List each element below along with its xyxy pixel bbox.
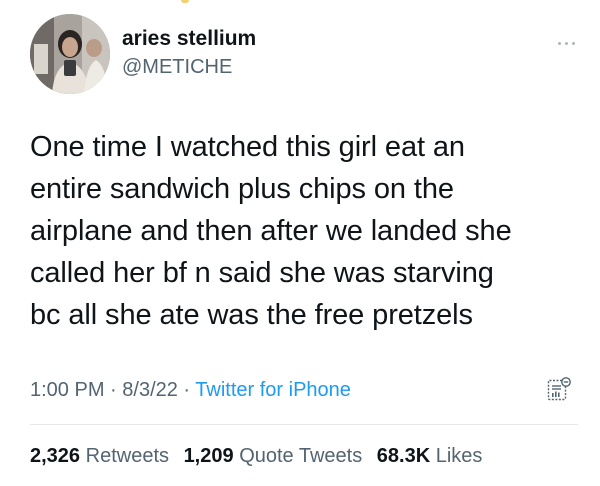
tweet-header: aries stellium @METICHE: [30, 14, 578, 98]
analytics-icon[interactable]: [546, 376, 572, 402]
likes-count: 68.3K: [376, 445, 431, 467]
quote-tweets-stat[interactable]: 1,209 Quote Tweets: [184, 445, 363, 467]
retweets-stat[interactable]: 2,326 Retweets: [30, 445, 169, 467]
meta-separator: ·: [177, 379, 196, 401]
avatar[interactable]: [30, 14, 110, 94]
tweet-text-line: bc all she ate was the free pretzels: [30, 299, 473, 331]
retweets-label: Retweets: [85, 445, 169, 467]
tweet-meta: 1:00 PM · 8/3/22 · Twitter for iPhone: [30, 374, 578, 406]
top-edge-mark: [181, 0, 189, 3]
display-name[interactable]: aries stellium: [122, 26, 256, 52]
tweet-text-line: entire sandwich plus chips on the: [30, 173, 454, 205]
quote-tweets-label: Quote Tweets: [239, 445, 363, 467]
tweet-text-line: airplane and then after we landed she: [30, 215, 512, 247]
tweet-time[interactable]: 1:00 PM: [30, 379, 104, 401]
tweet-text-line: One time I watched this girl eat an: [30, 131, 465, 163]
quote-tweets-count: 1,209: [183, 445, 234, 467]
tweet-card: aries stellium @METICHE One time I watch…: [0, 0, 600, 486]
tweet-source-link[interactable]: Twitter for iPhone: [195, 379, 351, 401]
tweet-text-line: called her bf n said she was starving: [30, 257, 494, 289]
likes-label: Likes: [435, 445, 483, 467]
meta-separator: ·: [104, 379, 123, 401]
user-handle[interactable]: @METICHE: [122, 54, 256, 80]
tweet-text: One time I watched this girl eat an enti…: [30, 126, 580, 336]
user-names: aries stellium @METICHE: [122, 26, 256, 80]
retweets-count: 2,326: [30, 445, 81, 467]
more-horizontal-icon[interactable]: [556, 40, 578, 48]
likes-stat[interactable]: 68.3K Likes: [377, 445, 483, 467]
avatar-photo-icon: [30, 14, 110, 94]
tweet-stats: 2,326 Retweets 1,209 Quote Tweets 68.3K …: [30, 440, 590, 472]
divider: [30, 424, 578, 425]
tweet-date[interactable]: 8/3/22: [122, 379, 178, 401]
